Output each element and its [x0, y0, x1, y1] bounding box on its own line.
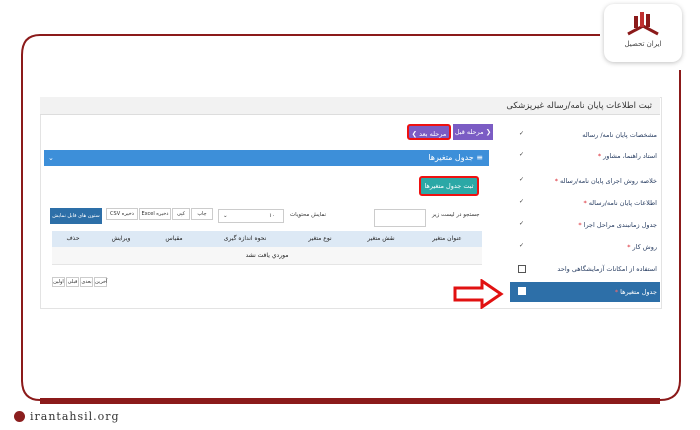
required-icon: *: [583, 199, 587, 207]
chevron-down-icon[interactable]: ⌄: [48, 150, 54, 166]
pagination-prev-button[interactable]: قبلی: [66, 277, 79, 287]
search-input[interactable]: [374, 209, 426, 227]
sidebar-item-thesis-details[interactable]: اطلاعات پایان نامه/رساله* ✓: [510, 194, 660, 212]
globe-icon: [14, 411, 25, 422]
checkbox-empty-icon: [518, 287, 526, 295]
column-header[interactable]: حذف: [52, 231, 94, 247]
search-label: جستجو در لیست زیر: [432, 212, 480, 218]
add-variables-button[interactable]: ثبت جدول متغیرها: [419, 176, 479, 196]
arrow-right-icon: [453, 279, 504, 309]
logo: [604, 4, 682, 62]
export-excel-button[interactable]: ذخیره Excel: [139, 208, 171, 220]
required-icon: *: [578, 221, 582, 229]
sidebar-item-label: روش کار: [632, 243, 658, 251]
copy-button[interactable]: کپی: [172, 208, 190, 220]
sidebar-item-label: خلاصه روش اجرای پایان نامه/رساله: [559, 177, 657, 185]
column-header[interactable]: مقیاس: [148, 231, 200, 247]
sidebar-item-method-summary[interactable]: خلاصه روش اجرای پایان نامه/رساله* ✓: [510, 172, 660, 190]
sidebar-item-label: مشخصات پایان نامه/ رساله: [582, 131, 657, 139]
page-title: ثبت اطلاعات پایان نامه/رساله غیرپزشکی: [40, 97, 660, 115]
book-logo-icon: [627, 12, 659, 36]
page-size-select[interactable]: ۱۰ ⌄: [218, 209, 284, 223]
next-step-button[interactable]: مرحله بعد ❯: [407, 124, 451, 140]
logo-text: ایران تحصیل: [624, 40, 662, 48]
bottom-brand-bar: [40, 398, 660, 404]
required-icon: *: [554, 177, 558, 185]
required-icon: *: [627, 243, 631, 251]
sidebar-item-variables-table[interactable]: جدول متغیرها*: [510, 282, 660, 302]
column-header[interactable]: نحوه اندازه گیری: [200, 231, 290, 247]
pagination-next-button[interactable]: بعدی: [80, 277, 93, 287]
pagination-first-button[interactable]: اولین: [52, 277, 65, 287]
print-button[interactable]: چاپ: [191, 208, 213, 220]
export-csv-button[interactable]: ذخیره CSV: [106, 208, 138, 220]
website-label: irantahsil.org: [30, 410, 120, 423]
check-icon: ✓: [518, 220, 524, 227]
sidebar-item-schedule[interactable]: جدول زمانبندی مراحل اجرا* ✓: [510, 216, 660, 234]
sidebar-item-advisors[interactable]: استاد راهنما، مشاور* ✓: [510, 147, 660, 165]
column-header[interactable]: عنوان متغیر: [412, 231, 482, 247]
sidebar-item-methodology[interactable]: روش کار* ✓: [510, 238, 660, 256]
column-header[interactable]: نوع متغیر: [290, 231, 350, 247]
empty-message: موردي يافت نشد: [52, 247, 482, 265]
sidebar-item-label: اطلاعات پایان نامه/رساله: [588, 199, 657, 207]
sidebar-item-lab-facilities[interactable]: استفاده از امکانات آزمایشگاهی واحد: [510, 260, 660, 278]
sidebar-item-label: جدول متغیرها: [620, 288, 657, 296]
column-header[interactable]: نقش متغیر: [350, 231, 412, 247]
column-header[interactable]: ویرایش: [94, 231, 148, 247]
required-icon: *: [614, 288, 619, 296]
checkbox-empty-icon: [518, 265, 526, 273]
table-header: عنوان متغیر نقش متغیر نوع متغیر نحوه اند…: [52, 231, 482, 247]
check-icon: ✓: [518, 130, 524, 137]
prev-step-button[interactable]: ❮ مرحله قبل: [453, 124, 493, 140]
chevron-down-icon: ⌄: [223, 213, 228, 219]
variables-panel-header[interactable]: ≡ جدول متغیرها ⌄: [44, 150, 489, 166]
sidebar-item-thesis-info[interactable]: مشخصات پایان نامه/ رساله ✓: [510, 126, 660, 144]
check-icon: ✓: [518, 151, 524, 158]
check-icon: ✓: [518, 198, 524, 205]
page-size-label: نمایش محتویات: [290, 212, 327, 218]
panel-title: ≡ جدول متغیرها: [428, 153, 483, 162]
check-icon: ✓: [518, 242, 524, 249]
required-icon: *: [597, 152, 602, 160]
sidebar-item-label: جدول زمانبندی مراحل اجرا: [583, 221, 657, 229]
visible-columns-button[interactable]: ستون های قابل نمایش: [50, 208, 102, 224]
sidebar-item-label: استفاده از امکانات آزمایشگاهی واحد: [557, 265, 657, 273]
pagination-last-button[interactable]: آخرین: [94, 277, 107, 287]
sidebar-item-label: استاد راهنما، مشاور: [603, 152, 657, 160]
page-size-value: ۱۰: [269, 213, 275, 219]
check-icon: ✓: [518, 176, 524, 183]
